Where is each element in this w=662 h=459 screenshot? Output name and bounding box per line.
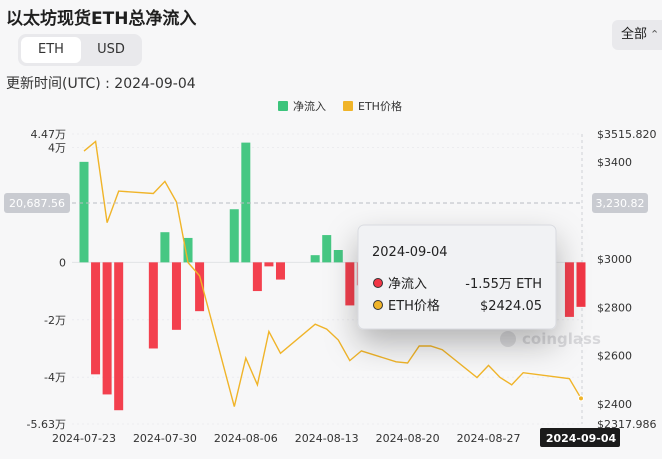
eth-price-point-latest	[578, 395, 584, 402]
bar-2024-07-25[interactable]	[102, 262, 112, 395]
x-tick-6: 2024-09-04	[546, 432, 617, 445]
tooltip-date: 2024-09-04	[372, 245, 448, 260]
x-tick-3: 2024-08-13	[295, 432, 359, 445]
bar-2024-07-26[interactable]	[114, 262, 124, 411]
tooltip: 2024-09-04 净流入 -1.55万 ETH ETH价格 $2424.05	[357, 224, 557, 330]
y-left-tick-1: 4万	[48, 141, 66, 154]
tooltip-inflow-dot	[373, 278, 383, 288]
y-left-tick-2: 0	[59, 256, 66, 269]
bar-2024-08-08[interactable]	[264, 262, 274, 267]
watermark-text: coinglass	[522, 330, 601, 348]
bar-2024-07-24[interactable]	[91, 262, 101, 375]
y-left-tick-4: -4万	[44, 371, 66, 384]
x-tick-4: 2024-08-20	[376, 432, 440, 445]
crosshair: 20,687.56 3,230.82	[4, 192, 648, 213]
x-tick-1: 2024-07-30	[133, 432, 197, 445]
tooltip-price-label: ETH价格	[388, 298, 440, 314]
tooltip-price-value: $2424.05	[480, 299, 542, 314]
y-right-tick-5: $2400	[597, 398, 632, 411]
legend-price-label: ETH价格	[358, 99, 402, 113]
y-right-tick-4: $2600	[597, 350, 632, 363]
coinglass-logo-icon	[500, 331, 516, 347]
y-right-tick-3: $2800	[597, 301, 632, 314]
tooltip-inflow-label: 净流入	[388, 277, 427, 292]
watermark: coinglass	[500, 330, 601, 348]
bar-2024-09-04[interactable]	[576, 262, 586, 307]
crosshair-right-value: 3,230.82	[596, 197, 645, 210]
bar-2024-08-05[interactable]	[229, 209, 239, 263]
bar-2024-08-12[interactable]	[310, 255, 320, 263]
bar-2024-07-31[interactable]	[171, 262, 181, 330]
y-right-tick-0: $3515.820	[597, 128, 657, 141]
y-left-tick-0: 4.47万	[31, 128, 67, 141]
bar-2024-07-29[interactable]	[148, 262, 158, 349]
tooltip-price-dot	[373, 300, 383, 310]
bar-2024-09-03[interactable]	[564, 262, 574, 317]
y-right-tick-2: $3000	[597, 253, 632, 266]
bar-2024-08-15[interactable]	[345, 262, 355, 306]
crosshair-left-value: 20,687.56	[9, 197, 65, 210]
tooltip-inflow-value: -1.55万 ETH	[465, 277, 542, 292]
bar-2024-07-23[interactable]	[79, 161, 89, 263]
legend-price-swatch	[343, 101, 353, 111]
y-left-tick-5: -5.63万	[27, 418, 66, 431]
legend-inflow-label: 净流入	[293, 99, 326, 113]
bar-2024-08-09[interactable]	[275, 262, 285, 280]
y-right-tick-1: $3400	[597, 156, 632, 169]
bar-2024-08-01[interactable]	[183, 237, 193, 263]
bar-2024-08-13[interactable]	[322, 235, 332, 263]
legend-inflow-swatch	[278, 101, 288, 111]
chart[interactable]: 4.47万4万 0 -2万 -4万 -5.63万 $3515.820 $3400 $3000 $…	[0, 0, 662, 459]
y-left-tick-3: -2万	[44, 314, 66, 327]
x-tick-0: 2024-07-23	[52, 432, 116, 445]
x-tick-5: 2024-08-27	[457, 432, 521, 445]
bar-2024-08-07[interactable]	[252, 262, 262, 292]
bar-2024-08-14[interactable]	[333, 250, 343, 263]
bar-2024-07-30[interactable]	[160, 232, 170, 263]
x-tick-2: 2024-08-06	[214, 432, 278, 445]
legend: 净流入 ETH价格	[278, 99, 402, 113]
